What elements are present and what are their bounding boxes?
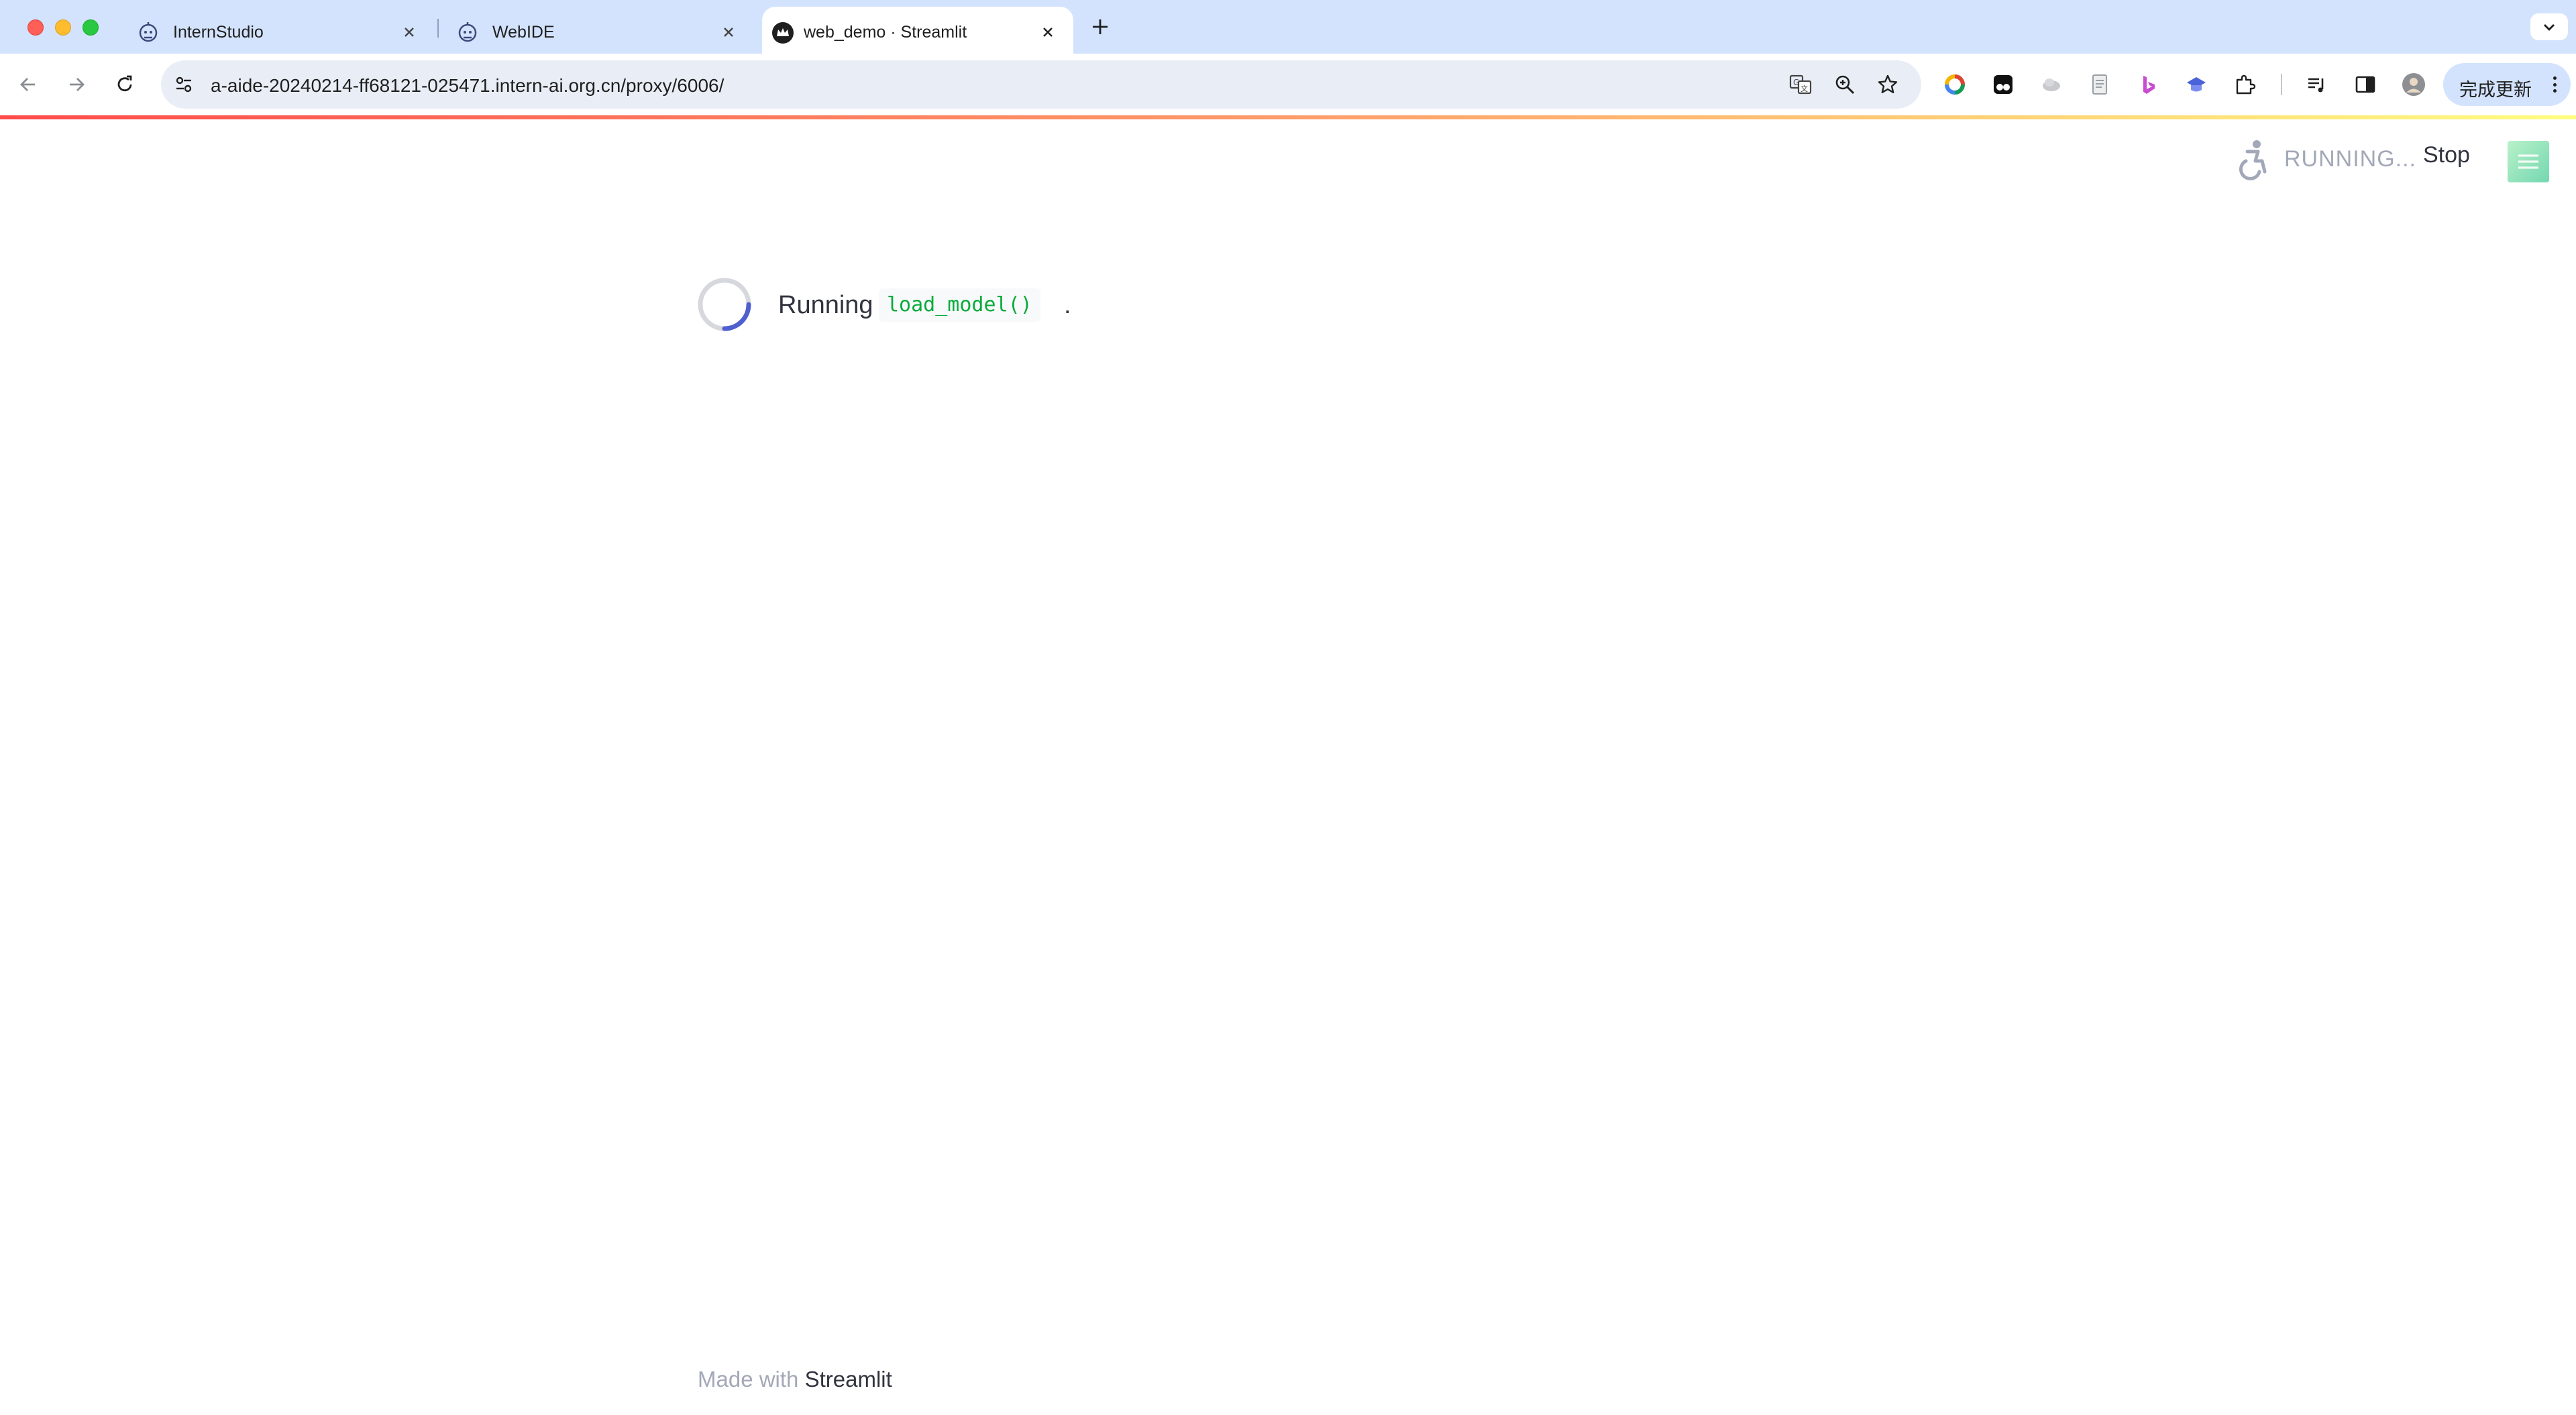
spinner-text: Running [778, 291, 873, 319]
site-info-icon [176, 76, 192, 93]
side-panel-button[interactable] [2352, 71, 2379, 98]
translate-button[interactable]: G 文 [1787, 71, 1814, 98]
forward-button[interactable] [63, 71, 90, 98]
forward-icon [70, 78, 85, 91]
hamburger-menu-icon [2518, 154, 2538, 169]
reload-icon [117, 75, 132, 92]
streamlit-link[interactable]: Streamlit [805, 1367, 892, 1392]
color-ring-extension-icon [1945, 74, 1965, 95]
minimize-window-button[interactable] [55, 19, 71, 36]
running-person-icon [2239, 140, 2267, 180]
site-info-button[interactable] [170, 71, 197, 98]
streamlit-footer: Made with Streamlit [698, 1367, 892, 1392]
finish-update-button[interactable]: 完成更新 [2443, 63, 2571, 106]
footer-prefix: Made with [698, 1367, 799, 1392]
bookmark-star-icon [1878, 74, 1898, 93]
profile-button[interactable] [2400, 71, 2427, 98]
svg-text:文: 文 [1801, 84, 1808, 93]
browser-toolbar: a-aide-20240214-ff68121-025471.intern-ai… [0, 54, 2576, 115]
robot-favicon-icon [458, 22, 477, 42]
profile-avatar-icon [2402, 73, 2425, 96]
address-bar[interactable]: a-aide-20240214-ff68121-025471.intern-ai… [161, 60, 1921, 109]
bing-extension-icon [2143, 76, 2155, 94]
function-name-code: load_model() [879, 288, 1040, 322]
extensions-button[interactable] [2231, 71, 2258, 98]
graduation-cap-extension-icon [2187, 77, 2206, 92]
document-extension-button[interactable] [2086, 71, 2113, 98]
new-tab-plus-icon[interactable] [1088, 15, 1112, 39]
tampermonkey-extension-button[interactable] [1990, 71, 2017, 98]
tampermonkey-extension-icon [1994, 75, 2012, 94]
close-tab-icon[interactable] [718, 21, 739, 43]
cloud-extension-icon [2043, 78, 2060, 91]
back-icon [20, 78, 35, 91]
more-menu-icon [2548, 74, 2561, 95]
streamlit-decoration-bar [0, 115, 2576, 119]
close-tab-icon[interactable] [1037, 21, 1059, 43]
loading-spinner-icon [698, 278, 751, 331]
tab-title: WebIDE [492, 23, 555, 42]
tab-internstudio[interactable]: InternStudio [113, 7, 435, 54]
reload-button[interactable] [111, 71, 138, 98]
tab-web-demo-streamlit[interactable]: web_demo · Streamlit [762, 7, 1073, 54]
browser-window: InternStudio WebIDE web_demo · Streamlit… [0, 0, 2576, 1415]
url-text[interactable]: a-aide-20240214-ff68121-025471.intern-ai… [211, 75, 724, 97]
stop-button[interactable]: Stop [2423, 142, 2470, 176]
document-extension-icon [2092, 74, 2107, 95]
zoom-icon [1835, 75, 1855, 95]
svg-text:G: G [1793, 78, 1799, 87]
reading-list-button[interactable] [2304, 71, 2330, 98]
close-window-button[interactable] [28, 19, 44, 36]
bing-extension-button[interactable] [2135, 71, 2161, 98]
bookmark-button[interactable] [1874, 71, 1901, 98]
tab-search-button[interactable] [2530, 13, 2568, 40]
zoom-button[interactable] [1831, 71, 1858, 98]
tab-webide[interactable]: WebIDE [432, 7, 754, 54]
update-button-label: 完成更新 [2459, 80, 2532, 101]
close-tab-icon[interactable] [398, 21, 420, 43]
robot-favicon-icon [139, 22, 158, 42]
tab-title: InternStudio [173, 23, 264, 42]
translate-icon: G 文 [1789, 74, 1812, 95]
streamlit-crown-favicon-icon [772, 22, 794, 44]
cloud-extension-button[interactable] [2038, 71, 2065, 98]
reading-list-icon [2308, 78, 2324, 93]
tab-title: web_demo · Streamlit [804, 23, 967, 42]
puzzle-extensions-icon [2236, 74, 2256, 95]
zoom-window-button[interactable] [83, 19, 99, 36]
side-panel-icon [2355, 76, 2375, 93]
running-status-text: RUNNING... [2284, 146, 2416, 172]
back-button[interactable] [15, 71, 42, 98]
tab-strip: InternStudio WebIDE web_demo · Streamlit [0, 0, 2576, 54]
graduation-cap-extension-button[interactable] [2183, 71, 2210, 98]
toolbar-divider [2281, 74, 2282, 95]
spinner-period: . [1064, 291, 1071, 319]
color-ring-extension-button[interactable] [1941, 71, 1968, 98]
streamlit-main-menu-button[interactable] [2508, 141, 2549, 182]
chevron-down-icon [2544, 24, 2555, 31]
